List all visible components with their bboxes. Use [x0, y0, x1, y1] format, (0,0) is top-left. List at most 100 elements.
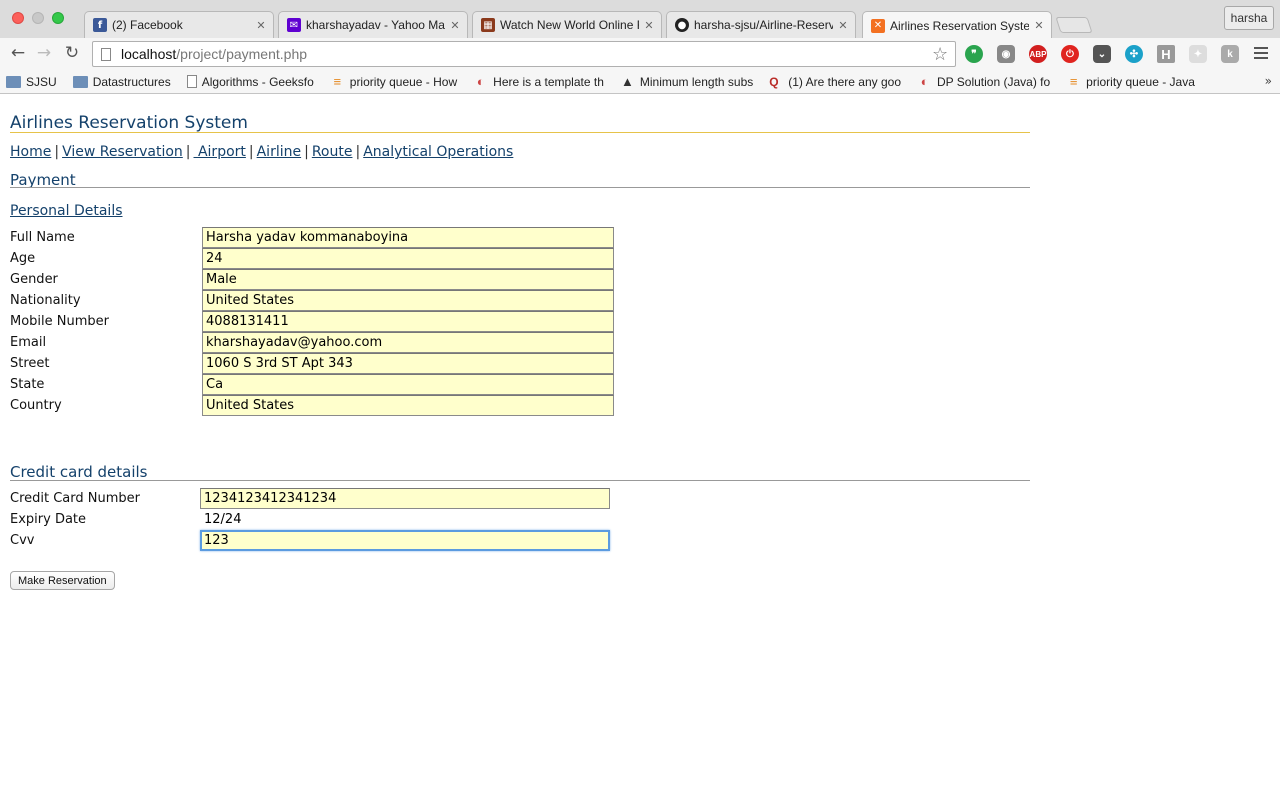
- field-label: Credit Card Number: [10, 491, 140, 506]
- main-nav: Home | View Reservation | Airport | Airline | R…: [10, 144, 514, 160]
- field-label: State: [10, 377, 45, 392]
- form-row-nationality: Nationality: [10, 290, 630, 311]
- stackoverflow-icon: ≡: [333, 74, 342, 89]
- folder-icon: [72, 75, 88, 88]
- power-icon[interactable]: ⏻: [1061, 45, 1079, 63]
- github-icon: ●: [675, 18, 689, 32]
- form-row-age: Age: [10, 248, 630, 269]
- menu-icon[interactable]: [1254, 46, 1268, 60]
- xampp-icon: ✕: [871, 18, 885, 33]
- triangle-icon: ▲: [620, 74, 634, 89]
- k-extension-icon[interactable]: k: [1221, 45, 1239, 63]
- bookmark-sjsu[interactable]: SJSU: [6, 75, 57, 89]
- heading-divider: [10, 187, 1030, 188]
- film-icon: ▦: [481, 18, 495, 32]
- mobile-number-input[interactable]: [202, 311, 614, 332]
- folder-icon: [6, 75, 21, 88]
- browser-tab-airlines[interactable]: ✕ Airlines Reservation System ✕: [862, 11, 1052, 39]
- bookmark-star-icon[interactable]: ☆: [932, 44, 948, 65]
- address-bar[interactable]: localhost/project/payment.php: [92, 41, 956, 67]
- expiry-date-input[interactable]: [200, 509, 610, 530]
- bookmark-datastructures[interactable]: Datastructures: [72, 75, 171, 89]
- form-row-gender: Gender: [10, 269, 630, 290]
- site-title: Airlines Reservation System: [10, 113, 248, 133]
- profile-button[interactable]: harsha: [1224, 6, 1274, 30]
- form-row-email: Email: [10, 332, 630, 353]
- nav-analytical-link[interactable]: Analytical Operations: [363, 144, 513, 160]
- ghostery-icon[interactable]: ◉: [997, 45, 1015, 63]
- nav-airport-link[interactable]: Airport: [194, 144, 246, 160]
- lock-icon: ◐: [476, 74, 485, 89]
- bookmark-priority-queue-how[interactable]: ≡ priority queue - How: [330, 74, 457, 89]
- form-row-cvv: Cvv: [10, 530, 630, 551]
- email-input[interactable]: [202, 332, 614, 353]
- form-row-street: Street: [10, 353, 630, 374]
- browser-tab-watch[interactable]: ▦ Watch New World Online Fr ✕: [472, 11, 662, 38]
- browser-tab-github[interactable]: ● harsha-sjsu/Airline-Reserva ✕: [666, 11, 856, 38]
- form-row-full-name: Full Name: [10, 227, 630, 248]
- quora-icon: Q: [769, 74, 779, 89]
- bookmark-algorithms[interactable]: Algorithms - Geeksfo: [186, 75, 314, 89]
- card-number-input[interactable]: [200, 488, 610, 509]
- form-row-expiry: Expiry Date: [10, 509, 630, 530]
- adblock-icon[interactable]: ABP: [1029, 45, 1047, 63]
- field-label: Street: [10, 356, 50, 371]
- field-label: Cvv: [10, 533, 35, 548]
- document-icon: [186, 75, 197, 88]
- title-divider: [10, 132, 1030, 133]
- bookmarks-bar: SJSU Datastructures Algorithms - Geeksfo…: [0, 70, 1280, 94]
- browser-tab-strip: f (2) Facebook ✕ ✉ kharshayadav - Yahoo …: [0, 0, 1280, 39]
- form-row-mobile: Mobile Number: [10, 311, 630, 332]
- nav-view-reservation-link[interactable]: View Reservation: [62, 144, 183, 160]
- new-tab-button[interactable]: [1055, 17, 1093, 33]
- tab-close-icon[interactable]: ✕: [1033, 19, 1045, 32]
- tab-title: (2) Facebook: [112, 18, 183, 32]
- cvv-input[interactable]: [200, 530, 610, 551]
- tab-close-icon[interactable]: ✕: [255, 19, 267, 32]
- bookmark-minimum-length[interactable]: ▲ Minimum length subs: [620, 74, 753, 89]
- pocket-icon[interactable]: ⌄: [1093, 45, 1111, 63]
- tab-close-icon[interactable]: ✕: [643, 19, 655, 32]
- nationality-input[interactable]: [202, 290, 614, 311]
- bookmark-dp-solution[interactable]: ◐ DP Solution (Java) fo: [917, 74, 1051, 89]
- network-icon[interactable]: ✣: [1125, 45, 1143, 63]
- nav-route-link[interactable]: Route: [312, 144, 353, 160]
- nav-home-link[interactable]: Home: [10, 144, 51, 160]
- tab-title: Airlines Reservation System: [890, 18, 1029, 33]
- browser-tab-facebook[interactable]: f (2) Facebook ✕: [84, 11, 274, 38]
- h-extension-icon[interactable]: H: [1157, 45, 1175, 63]
- tab-close-icon[interactable]: ✕: [449, 19, 461, 32]
- field-label: Age: [10, 251, 36, 266]
- gender-input[interactable]: [202, 269, 614, 290]
- bookmark-quora[interactable]: Q (1) Are there any goo: [769, 75, 901, 89]
- field-label: Country: [10, 398, 62, 413]
- window-close-button[interactable]: [12, 12, 24, 24]
- state-input[interactable]: [202, 374, 614, 395]
- hangouts-icon[interactable]: ❞: [965, 45, 983, 63]
- field-label: Full Name: [10, 230, 75, 245]
- window-zoom-button[interactable]: [52, 12, 64, 24]
- full-name-input[interactable]: [202, 227, 614, 248]
- reload-icon[interactable]: ↻: [62, 43, 82, 63]
- field-label: Mobile Number: [10, 314, 109, 329]
- url-text: localhost/project/payment.php: [121, 46, 308, 62]
- street-input[interactable]: [202, 353, 614, 374]
- make-reservation-button[interactable]: Make Reservation: [10, 571, 115, 590]
- back-arrow-icon[interactable]: ←: [8, 43, 28, 63]
- browser-tab-yahoo-mail[interactable]: ✉ kharshayadav - Yahoo Mail ✕: [278, 11, 468, 38]
- field-label: Email: [10, 335, 47, 350]
- personal-details-heading: Personal Details: [10, 203, 123, 219]
- bookmark-template[interactable]: ◐ Here is a template th: [473, 74, 604, 89]
- tab-close-icon[interactable]: ✕: [837, 19, 849, 32]
- forward-arrow-icon[interactable]: →: [34, 43, 54, 63]
- country-input[interactable]: [202, 395, 614, 416]
- sparkle-icon[interactable]: ✦: [1189, 45, 1207, 63]
- bookmark-priority-queue-java[interactable]: ≡ priority queue - Java: [1066, 74, 1195, 89]
- page-icon: [101, 47, 111, 61]
- nav-airline-link[interactable]: Airline: [257, 144, 302, 160]
- yahoo-mail-icon: ✉: [287, 18, 301, 32]
- window-minimize-button[interactable]: [32, 12, 44, 24]
- age-input[interactable]: [202, 248, 614, 269]
- credit-card-divider: [10, 480, 1030, 481]
- bookmarks-overflow-icon[interactable]: »: [1265, 74, 1272, 88]
